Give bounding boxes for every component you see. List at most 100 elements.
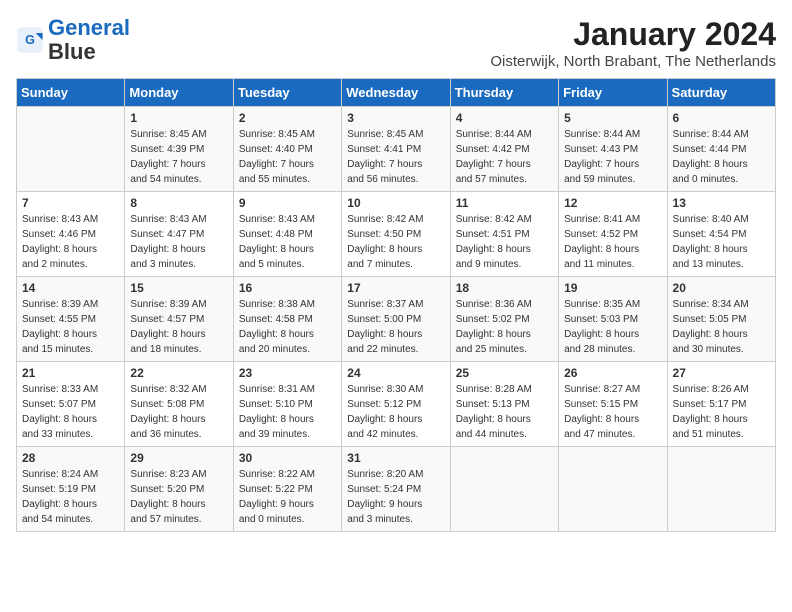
day-number: 7 [22,196,119,210]
calendar-day-cell: 6Sunrise: 8:44 AM Sunset: 4:44 PM Daylig… [667,107,775,192]
calendar-week-row: 14 Sunrise: 8:39 AM Sunset: 4:55 PM Dayli… [17,277,776,362]
day-info: Sunrise: 8:34 AM Sunset: 5:05 PM Dayligh… [673,297,770,357]
day-number: 27 [673,366,770,380]
day-number: 26 [564,366,661,380]
calendar-day-cell: 15 Sunrise: 8:39 AM Sunset: 4:57 PM Dayli… [125,277,233,362]
calendar-day-cell: 2 Sunrise: 8:45 AM Sunset: 4:40 PM Daylig… [233,107,341,192]
day-number: 15 [130,281,227,295]
calendar-day-cell [450,447,558,532]
calendar-week-row: 28Sunrise: 8:24 AM Sunset: 5:19 PM Dayli… [17,447,776,532]
day-info: Sunrise: 8:44 AM Sunset: 4:43 PM Dayligh… [564,127,661,187]
day-info: Sunrise: 8:39 AM Sunset: 4:57 PM Dayligh… [130,297,227,357]
logo-line2: Blue [48,39,96,64]
calendar-day-cell: 24 Sunrise: 8:30 AM Sunset: 5:12 PM Dayli… [342,362,450,447]
calendar-body: 1Sunrise: 8:45 AM Sunset: 4:39 PM Daylig… [17,107,776,532]
day-info: Sunrise: 8:36 AM Sunset: 5:02 PM Dayligh… [456,297,553,357]
day-info: Sunrise: 8:24 AM Sunset: 5:19 PM Dayligh… [22,467,119,527]
day-info: Sunrise: 8:30 AM Sunset: 5:12 PM Dayligh… [347,382,444,442]
day-number: 22 [130,366,227,380]
calendar-day-cell: 30 Sunrise: 8:22 AM Sunset: 5:22 PM Dayli… [233,447,341,532]
weekday-row: SundayMondayTuesdayWednesdayThursdayFrid… [17,79,776,107]
calendar-week-row: 21 Sunrise: 8:33 AM Sunset: 5:07 PM Dayli… [17,362,776,447]
weekday-header: Wednesday [342,79,450,107]
svg-text:G: G [25,33,35,47]
calendar-subtitle: Oisterwijk, North Brabant, The Netherlan… [490,53,776,70]
weekday-header: Sunday [17,79,125,107]
day-info: Sunrise: 8:38 AM Sunset: 4:58 PM Dayligh… [239,297,336,357]
day-number: 2 [239,111,336,125]
day-info: Sunrise: 8:45 AM Sunset: 4:39 PM Dayligh… [130,127,227,187]
calendar-header: SundayMondayTuesdayWednesdayThursdayFrid… [17,79,776,107]
day-info: Sunrise: 8:39 AM Sunset: 4:55 PM Dayligh… [22,297,119,357]
weekday-header: Thursday [450,79,558,107]
page-header: G General Blue January 2024 Oisterwijk, … [16,16,776,70]
day-number: 10 [347,196,444,210]
calendar-day-cell [667,447,775,532]
weekday-header: Friday [559,79,667,107]
calendar-title: January 2024 [490,16,776,53]
day-info: Sunrise: 8:27 AM Sunset: 5:15 PM Dayligh… [564,382,661,442]
day-number: 5 [564,111,661,125]
day-number: 13 [673,196,770,210]
logo: G General Blue [16,16,130,64]
logo-line1: General [48,15,130,40]
day-number: 29 [130,451,227,465]
calendar-day-cell: 4 Sunrise: 8:44 AM Sunset: 4:42 PM Daylig… [450,107,558,192]
calendar-day-cell: 9Sunrise: 8:43 AM Sunset: 4:48 PM Daylig… [233,192,341,277]
day-info: Sunrise: 8:20 AM Sunset: 5:24 PM Dayligh… [347,467,444,527]
day-info: Sunrise: 8:43 AM Sunset: 4:47 PM Dayligh… [130,212,227,272]
day-number: 24 [347,366,444,380]
day-info: Sunrise: 8:32 AM Sunset: 5:08 PM Dayligh… [130,382,227,442]
calendar-day-cell: 18Sunrise: 8:36 AM Sunset: 5:02 PM Dayli… [450,277,558,362]
day-number: 23 [239,366,336,380]
calendar-day-cell: 7Sunrise: 8:43 AM Sunset: 4:46 PM Daylig… [17,192,125,277]
weekday-header: Tuesday [233,79,341,107]
calendar-day-cell: 5 Sunrise: 8:44 AM Sunset: 4:43 PM Daylig… [559,107,667,192]
day-number: 25 [456,366,553,380]
day-info: Sunrise: 8:33 AM Sunset: 5:07 PM Dayligh… [22,382,119,442]
calendar-day-cell: 28Sunrise: 8:24 AM Sunset: 5:19 PM Dayli… [17,447,125,532]
calendar-day-cell: 10Sunrise: 8:42 AM Sunset: 4:50 PM Dayli… [342,192,450,277]
calendar-day-cell: 1Sunrise: 8:45 AM Sunset: 4:39 PM Daylig… [125,107,233,192]
calendar-day-cell: 19Sunrise: 8:35 AM Sunset: 5:03 PM Dayli… [559,277,667,362]
calendar-day-cell: 26 Sunrise: 8:27 AM Sunset: 5:15 PM Dayli… [559,362,667,447]
calendar-day-cell: 22 Sunrise: 8:32 AM Sunset: 5:08 PM Dayli… [125,362,233,447]
calendar-day-cell: 11Sunrise: 8:42 AM Sunset: 4:51 PM Dayli… [450,192,558,277]
day-info: Sunrise: 8:35 AM Sunset: 5:03 PM Dayligh… [564,297,661,357]
day-number: 31 [347,451,444,465]
day-number: 12 [564,196,661,210]
calendar-day-cell: 21 Sunrise: 8:33 AM Sunset: 5:07 PM Dayli… [17,362,125,447]
day-number: 3 [347,111,444,125]
day-info: Sunrise: 8:28 AM Sunset: 5:13 PM Dayligh… [456,382,553,442]
day-info: Sunrise: 8:44 AM Sunset: 4:44 PM Dayligh… [673,127,770,187]
calendar-day-cell: 23Sunrise: 8:31 AM Sunset: 5:10 PM Dayli… [233,362,341,447]
day-info: Sunrise: 8:22 AM Sunset: 5:22 PM Dayligh… [239,467,336,527]
day-number: 16 [239,281,336,295]
logo-text: General Blue [48,16,130,64]
calendar-day-cell: 14 Sunrise: 8:39 AM Sunset: 4:55 PM Dayli… [17,277,125,362]
day-info: Sunrise: 8:44 AM Sunset: 4:42 PM Dayligh… [456,127,553,187]
day-info: Sunrise: 8:40 AM Sunset: 4:54 PM Dayligh… [673,212,770,272]
day-info: Sunrise: 8:23 AM Sunset: 5:20 PM Dayligh… [130,467,227,527]
day-number: 30 [239,451,336,465]
day-number: 14 [22,281,119,295]
day-info: Sunrise: 8:26 AM Sunset: 5:17 PM Dayligh… [673,382,770,442]
calendar-day-cell: 29 Sunrise: 8:23 AM Sunset: 5:20 PM Dayli… [125,447,233,532]
calendar-week-row: 1Sunrise: 8:45 AM Sunset: 4:39 PM Daylig… [17,107,776,192]
weekday-header: Monday [125,79,233,107]
calendar-day-cell: 16 Sunrise: 8:38 AM Sunset: 4:58 PM Dayli… [233,277,341,362]
day-number: 21 [22,366,119,380]
calendar-day-cell: 31 Sunrise: 8:20 AM Sunset: 5:24 PM Dayli… [342,447,450,532]
day-number: 20 [673,281,770,295]
day-number: 8 [130,196,227,210]
day-info: Sunrise: 8:45 AM Sunset: 4:40 PM Dayligh… [239,127,336,187]
day-number: 17 [347,281,444,295]
calendar-day-cell: 25 Sunrise: 8:28 AM Sunset: 5:13 PM Dayli… [450,362,558,447]
day-info: Sunrise: 8:43 AM Sunset: 4:48 PM Dayligh… [239,212,336,272]
calendar-day-cell: 20 Sunrise: 8:34 AM Sunset: 5:05 PM Dayli… [667,277,775,362]
day-info: Sunrise: 8:45 AM Sunset: 4:41 PM Dayligh… [347,127,444,187]
calendar-day-cell [17,107,125,192]
calendar-day-cell: 17Sunrise: 8:37 AM Sunset: 5:00 PM Dayli… [342,277,450,362]
day-info: Sunrise: 8:42 AM Sunset: 4:51 PM Dayligh… [456,212,553,272]
day-number: 4 [456,111,553,125]
